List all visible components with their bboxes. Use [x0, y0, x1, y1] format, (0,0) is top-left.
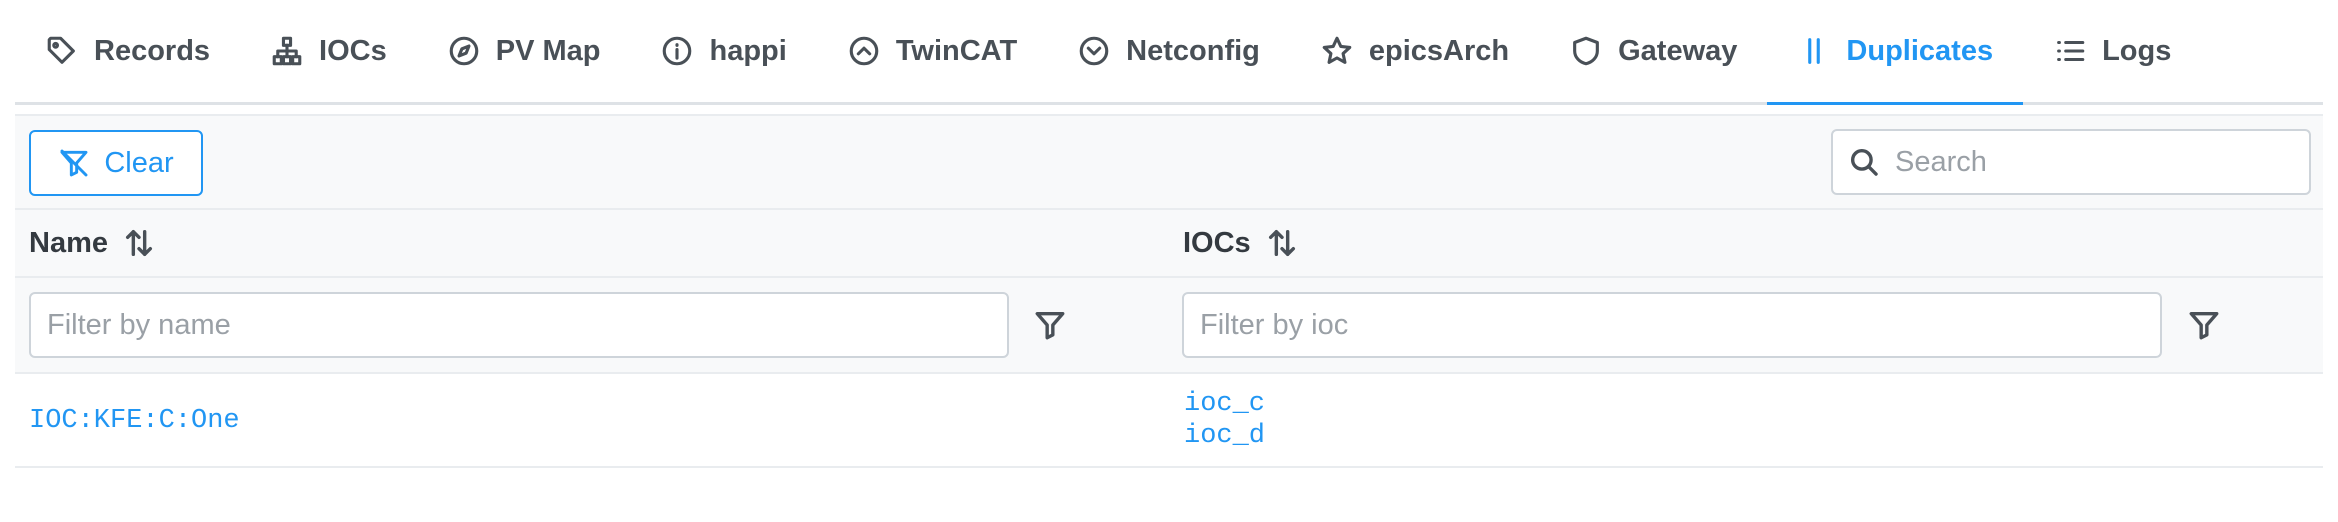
tab-duplicates[interactable]: Duplicates — [1767, 0, 2024, 105]
search-icon — [1850, 148, 1878, 176]
tab-records[interactable]: Records — [15, 0, 240, 102]
tag-icon — [45, 34, 79, 68]
filter-row — [15, 278, 2323, 374]
tab-label: Netconfig — [1126, 34, 1260, 67]
tab-logs[interactable]: Logs — [2023, 0, 2201, 102]
record-name-link[interactable]: IOC:KFE:C:One — [29, 405, 240, 437]
pause-icon — [1797, 34, 1831, 68]
column-label: Name — [29, 226, 108, 259]
ioc-filter-button[interactable] — [2185, 306, 2223, 344]
name-cell: IOC:KFE:C:One — [29, 405, 240, 437]
tab-iocs[interactable]: IOCs — [240, 0, 417, 102]
sort-icon — [1268, 229, 1295, 257]
clear-filters-button[interactable]: Clear — [29, 130, 203, 196]
search-input[interactable] — [1893, 144, 2297, 180]
sort-icon — [125, 229, 153, 257]
shield-icon — [1569, 34, 1603, 68]
chevron-up-circle-icon — [847, 34, 881, 68]
tab-label: epicsArch — [1368, 34, 1510, 67]
name-filter-input[interactable] — [29, 292, 1009, 358]
tab-epicsarch[interactable]: epicsArch — [1290, 0, 1539, 102]
tab-netconfig[interactable]: Netconfig — [1047, 0, 1290, 102]
column-header-name[interactable]: Name — [29, 210, 156, 276]
clear-button-label: Clear — [104, 146, 174, 179]
ioc-link[interactable]: ioc_c — [1184, 388, 1265, 420]
global-search — [1831, 129, 2311, 195]
iocs-cell: ioc_c ioc_d — [1184, 388, 1265, 452]
table-header: Name IOCs — [15, 210, 2323, 278]
tab-label: Logs — [2102, 34, 2172, 67]
table-row: IOC:KFE:C:One ioc_c ioc_d — [15, 374, 2323, 468]
tab-label: Gateway — [1618, 34, 1738, 67]
duplicates-table: Name IOCs IOC:KFE:C:One ioc_c ioc_d — [15, 210, 2323, 468]
tab-label: Duplicates — [1846, 34, 1994, 67]
tab-bar: Records IOCs PV Map happi TwinCAT Netcon… — [15, 0, 2323, 105]
tab-label: TwinCAT — [895, 34, 1018, 67]
filter-icon — [1035, 311, 1065, 340]
compass-icon — [447, 34, 481, 68]
tab-pv-map[interactable]: PV Map — [417, 0, 631, 102]
star-icon — [1320, 34, 1354, 68]
name-filter-button[interactable] — [1031, 306, 1069, 344]
tab-label: happi — [709, 34, 787, 67]
chevron-down-circle-icon — [1077, 34, 1111, 68]
sitemap-icon — [270, 34, 304, 68]
tab-label: PV Map — [495, 34, 601, 67]
tab-happi[interactable]: happi — [630, 0, 816, 102]
tab-label: Records — [94, 34, 211, 67]
tab-label: IOCs — [319, 34, 387, 67]
tab-twincat[interactable]: TwinCAT — [817, 0, 1047, 102]
table-toolbar: Clear — [15, 114, 2323, 210]
list-icon — [2053, 34, 2087, 68]
column-label: IOCs — [1183, 226, 1251, 259]
tab-gateway[interactable]: Gateway — [1539, 0, 1767, 102]
ioc-link[interactable]: ioc_d — [1184, 420, 1265, 452]
filter-icon — [2189, 311, 2219, 340]
ioc-filter-input[interactable] — [1182, 292, 2162, 358]
info-circle-icon — [660, 34, 694, 68]
filter-slash-icon — [60, 149, 88, 177]
column-header-iocs[interactable]: IOCs — [1183, 210, 1299, 276]
